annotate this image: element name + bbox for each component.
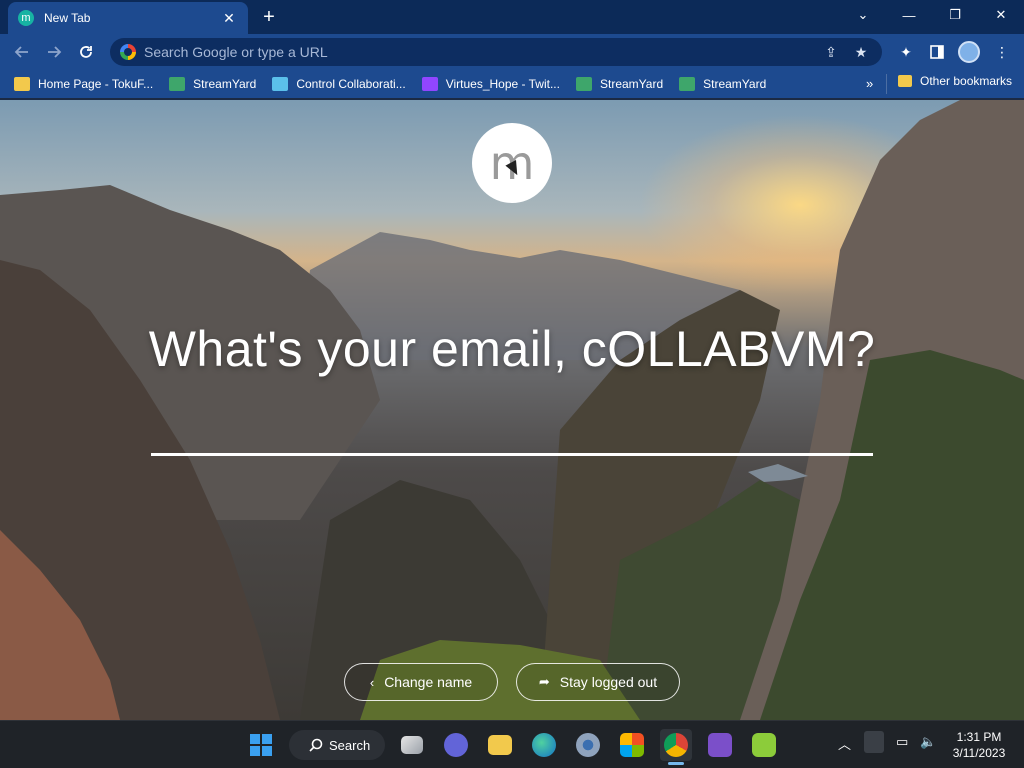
- back-arrow-icon: [14, 46, 28, 58]
- tab-favicon-icon: m: [18, 10, 34, 26]
- volume-icon[interactable]: 🔈: [920, 734, 936, 750]
- stay-logged-out-label: Stay logged out: [559, 674, 658, 690]
- twitch-icon: [421, 77, 438, 91]
- tray-overflow-chevron-icon[interactable]: ︿: [838, 734, 851, 753]
- chat-icon: [444, 733, 468, 757]
- change-name-button[interactable]: ‹ Change name: [344, 663, 498, 701]
- forward-arrow-icon: [48, 46, 62, 58]
- change-name-label: Change name: [384, 674, 473, 690]
- bookmark-label: Home Page - TokuF...: [38, 77, 154, 91]
- new-tab-button[interactable]: +: [258, 6, 280, 28]
- other-bookmarks-folder[interactable]: Other bookmarks: [898, 74, 1012, 88]
- profile-avatar[interactable]: [958, 41, 980, 63]
- reload-icon: [80, 46, 92, 58]
- bookmark-home-page[interactable]: Home Page - TokuF...: [14, 77, 153, 91]
- search-label: Search: [329, 737, 371, 753]
- bookmarks-divider: [886, 74, 887, 94]
- clock-time: 1:31 PM: [956, 730, 1002, 744]
- tab-close-icon[interactable]: ✕: [220, 10, 238, 27]
- bookmark-label: Virtues_Hope - Twit...: [445, 77, 560, 91]
- tab-new-tab[interactable]: m New Tab ✕: [8, 2, 248, 34]
- folder-icon: [488, 735, 512, 755]
- bookmark-favicon-icon: [14, 77, 30, 91]
- task-view-icon: [401, 736, 423, 754]
- search-icon: [309, 738, 323, 752]
- keyboard-icon[interactable]: [864, 731, 884, 753]
- tab-title: New Tab: [44, 11, 91, 25]
- email-input[interactable]: [151, 400, 873, 456]
- share-arrow-icon: ➦: [538, 674, 550, 689]
- file-explorer-button[interactable]: [484, 729, 516, 761]
- close-window-button[interactable]: ✕: [978, 0, 1024, 30]
- monitor-icon: [272, 77, 289, 91]
- task-view-button[interactable]: [396, 729, 428, 761]
- clock-date: 3/11/2023: [952, 746, 1006, 760]
- chrome-button[interactable]: [660, 729, 692, 761]
- minimize-button[interactable]: —: [886, 0, 932, 30]
- new-tab-page: m What's your email, cOLLABVM? ‹ Change …: [0, 100, 1024, 720]
- bookmarks-overflow-button[interactable]: »: [866, 76, 873, 91]
- other-bookmarks-label: Other bookmarks: [920, 74, 1013, 88]
- settings-button[interactable]: [572, 729, 604, 761]
- tab-search-icon[interactable]: ⌄: [840, 0, 886, 30]
- bookmark-streamyard-2[interactable]: StreamYard: [575, 77, 664, 91]
- bookmark-streamyard-3[interactable]: StreamYard: [679, 77, 766, 91]
- visual-studio-icon: [708, 733, 732, 757]
- menu-kebab-icon[interactable]: ⋮: [992, 42, 1012, 62]
- browser-toolbar: Search Google or type a URL ⇪ ★ ✦ ⋮: [0, 34, 1024, 70]
- gear-icon: [576, 733, 600, 757]
- google-icon: [120, 44, 136, 60]
- chrome-icon: [664, 733, 688, 757]
- restore-button[interactable]: ❐: [932, 0, 978, 30]
- email-question-heading: What's your email, cOLLABVM?: [148, 321, 876, 377]
- store-button[interactable]: [616, 729, 648, 761]
- omnibox[interactable]: Search Google or type a URL ⇪ ★: [110, 38, 882, 66]
- side-panel-icon[interactable]: [927, 42, 947, 62]
- omnibox-placeholder[interactable]: Search Google or type a URL: [144, 44, 812, 60]
- visual-studio-button[interactable]: [704, 729, 736, 761]
- streamyard-icon: [575, 77, 592, 91]
- green-creature-icon: [752, 733, 776, 757]
- forward-button[interactable]: [42, 40, 66, 64]
- windows-taskbar: Search ︿ ▭ 🔈 1:31 PM 3/11/2023: [0, 720, 1024, 768]
- store-icon: [620, 733, 644, 757]
- share-icon[interactable]: ⇪: [820, 44, 842, 61]
- taskbar-search[interactable]: Search: [289, 730, 385, 760]
- teams-chat-button[interactable]: [440, 729, 472, 761]
- bookmark-label: StreamYard: [599, 77, 664, 91]
- chevron-left-icon: ‹: [369, 674, 375, 690]
- extensions-icon[interactable]: ✦: [896, 42, 916, 62]
- streamyard-icon: [679, 77, 696, 91]
- stay-logged-out-button[interactable]: ➦ Stay logged out: [516, 663, 680, 701]
- streamyard-icon: [169, 77, 186, 91]
- bookmark-star-icon[interactable]: ★: [850, 44, 872, 61]
- bookmark-control-collaboration[interactable]: Control Collaborati...: [272, 77, 406, 91]
- edge-button[interactable]: [528, 729, 560, 761]
- start-button[interactable]: [245, 729, 277, 761]
- reload-button[interactable]: [74, 40, 98, 64]
- bookmark-streamyard-1[interactable]: StreamYard: [169, 77, 256, 91]
- bookmark-label: Control Collaborati...: [296, 77, 406, 91]
- bookmark-label: StreamYard: [193, 77, 257, 91]
- title-bar: m New Tab ✕ + ⌄ — ❐ ✕: [0, 0, 1024, 34]
- taskbar-clock[interactable]: 1:31 PM 3/11/2023: [944, 729, 1014, 761]
- game-app-button[interactable]: [748, 729, 780, 761]
- network-icon[interactable]: ▭: [896, 734, 908, 750]
- edge-icon: [532, 733, 556, 757]
- chrome-active-indicator: [668, 762, 684, 765]
- windows-logo-icon: [250, 734, 272, 756]
- folder-icon: [898, 75, 912, 87]
- back-button[interactable]: [10, 40, 34, 64]
- bookmark-virtues-hope[interactable]: Virtues_Hope - Twit...: [421, 77, 560, 91]
- bookmark-label: StreamYard: [703, 77, 767, 91]
